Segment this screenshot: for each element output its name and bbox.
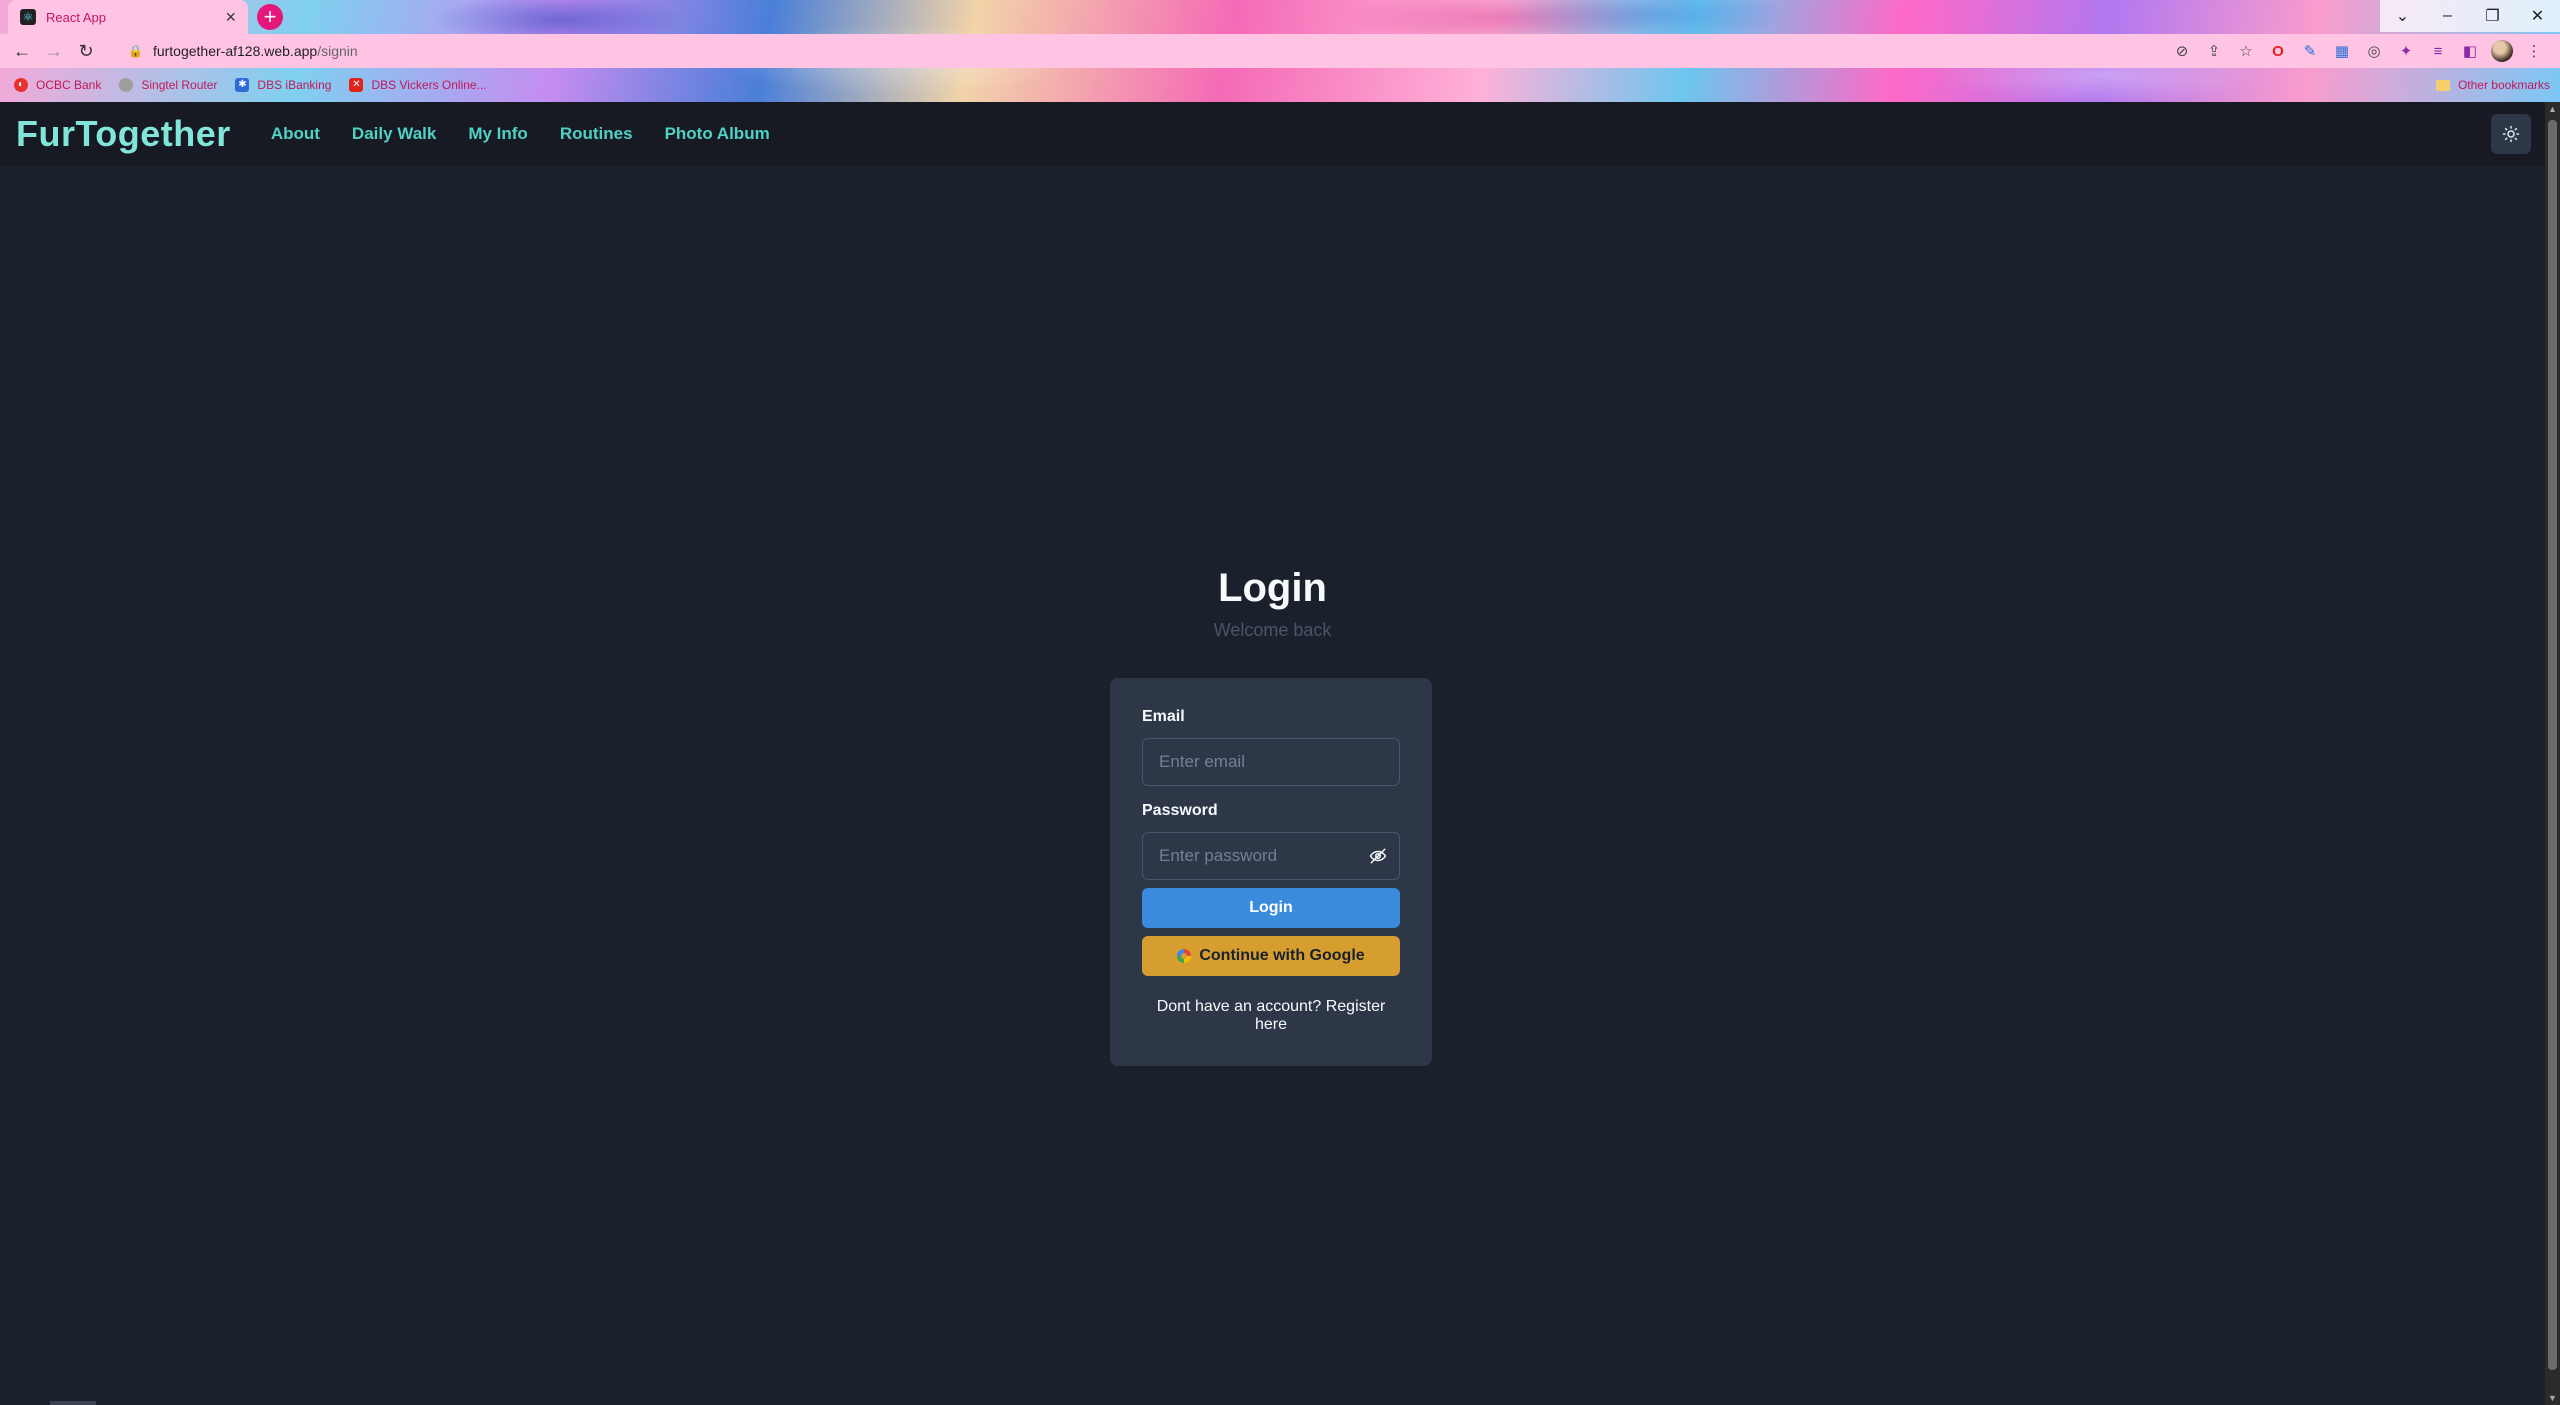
scroll-thumb[interactable] — [2548, 120, 2557, 1370]
password-field[interactable] — [1142, 832, 1400, 880]
dbs-icon: ✱ — [235, 78, 250, 92]
calendar-extension-icon[interactable]: ▦ — [2326, 37, 2358, 65]
address-bar[interactable]: 🔒 furtogether-af128.web.app/signin — [114, 37, 2166, 65]
share-icon[interactable]: ⇪ — [2198, 37, 2230, 65]
url-path: /signin — [317, 43, 358, 59]
sidebar-icon[interactable]: ◧ — [2454, 37, 2486, 65]
menu-kebab-icon[interactable]: ⋮ — [2518, 37, 2550, 65]
other-bookmarks[interactable]: Other bookmarks — [2435, 78, 2550, 92]
sun-icon — [2502, 125, 2520, 143]
login-card: Email Password Login Continue with Googl… — [1110, 678, 1432, 1066]
app-navbar: FurTogether About Daily Walk My Info Rou… — [0, 102, 2545, 166]
bookmark-star-icon[interactable]: ☆ — [2230, 37, 2262, 65]
reload-button[interactable]: ↻ — [70, 41, 102, 62]
close-tab-icon[interactable]: × — [225, 7, 236, 28]
opera-extension-icon[interactable]: O — [2262, 37, 2294, 65]
bookmark-dbs-vickers[interactable]: ✕ DBS Vickers Online... — [349, 78, 487, 92]
nav-link-daily-walk[interactable]: Daily Walk — [352, 124, 436, 144]
search-extension-icon[interactable]: ◎ — [2358, 37, 2390, 65]
url-domain: furtogether-af128.web.app — [152, 43, 318, 59]
eye-off-icon[interactable] — [1366, 844, 1390, 868]
password-label: Password — [1142, 802, 1218, 819]
page-scrollbar[interactable]: ▲ ▼ — [2545, 102, 2560, 1405]
register-text: Dont have an account? — [1156, 998, 1322, 1015]
browser-tab[interactable]: ⚛ React App × — [8, 0, 248, 34]
google-button-label: Continue with Google — [1199, 947, 1365, 964]
nav-link-my-info[interactable]: My Info — [468, 124, 528, 144]
browser-toolbar: ← → ↻ 🔒 furtogether-af128.web.app/signin… — [0, 34, 2560, 68]
google-icon — [1177, 949, 1192, 963]
window-controls: ⌄ – ❐ ✕ — [2380, 0, 2560, 32]
forward-button[interactable]: → — [38, 41, 70, 62]
globe-icon — [119, 78, 134, 92]
profile-avatar[interactable] — [2486, 37, 2518, 65]
bookmark-singtel[interactable]: Singtel Router — [119, 78, 217, 92]
eye-off-icon[interactable]: ⊘ — [2166, 37, 2198, 65]
brand-logo[interactable]: FurTogether — [16, 113, 231, 155]
scroll-down-icon[interactable]: ▼ — [2548, 1393, 2557, 1403]
back-button[interactable]: ← — [6, 41, 38, 62]
minimize-button[interactable]: – — [2425, 0, 2470, 32]
page-title: Login — [1218, 566, 1327, 610]
puzzle-extensions-icon[interactable]: ✦ — [2390, 37, 2422, 65]
tab-title: React App — [46, 9, 106, 25]
scroll-up-icon[interactable]: ▲ — [2548, 104, 2557, 114]
folder-icon — [2435, 79, 2450, 91]
react-favicon-icon: ⚛ — [20, 9, 36, 25]
pen-extension-icon[interactable]: ✎ — [2294, 37, 2326, 65]
bottom-divider — [50, 1401, 96, 1405]
theme-toggle-button[interactable] — [2491, 114, 2531, 154]
main-content: Login Welcome back Email Password Login … — [0, 166, 2545, 1405]
password-wrapper — [1142, 832, 1400, 880]
nav-link-routines[interactable]: Routines — [560, 124, 633, 144]
nav-link-about[interactable]: About — [271, 124, 320, 144]
dbs-vickers-icon: ✕ — [349, 78, 364, 92]
nav-link-photo-album[interactable]: Photo Album — [665, 124, 770, 144]
restore-button[interactable]: ❐ — [2470, 0, 2515, 32]
new-tab-button[interactable]: + — [257, 4, 283, 30]
google-signin-button[interactable]: Continue with Google — [1142, 936, 1400, 976]
browser-chrome: ⚛ React App × + ⌄ – ❐ ✕ ← → ↻ 🔒 furtoget… — [0, 0, 2560, 102]
toolbar-icons: ⊘ ⇪ ☆ O ✎ ▦ ◎ ✦ ≡ ◧ ⋮ — [2166, 37, 2550, 65]
lock-icon: 🔒 — [128, 44, 143, 58]
register-prompt: Dont have an account? Register here — [1142, 998, 1400, 1034]
login-button[interactable]: Login — [1142, 888, 1400, 928]
page-subtitle: Welcome back — [1213, 620, 1332, 640]
close-window-button[interactable]: ✕ — [2515, 0, 2560, 32]
bookmark-dbs[interactable]: ✱ DBS iBanking — [235, 78, 331, 92]
reading-list-icon[interactable]: ≡ — [2422, 37, 2454, 65]
email-field[interactable] — [1142, 738, 1400, 786]
ocbc-icon: ◐ — [14, 78, 28, 92]
bookmark-ocbc[interactable]: ◐ OCBC Bank — [14, 78, 101, 92]
bookmarks-bar: ◐ OCBC Bank Singtel Router ✱ DBS iBankin… — [0, 68, 2560, 102]
tab-search-icon[interactable]: ⌄ — [2380, 0, 2425, 32]
email-label: Email — [1142, 708, 1185, 725]
